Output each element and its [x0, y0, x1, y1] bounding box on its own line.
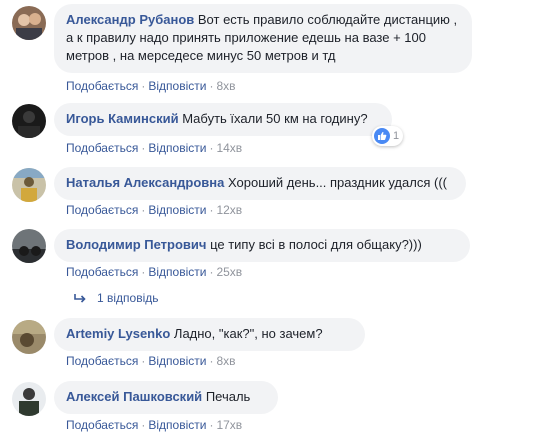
- separator: ·: [141, 265, 146, 279]
- comment-author[interactable]: Наталья Александровна: [66, 175, 224, 190]
- comment-text: Мабуть їхали 50 км на годину?: [182, 111, 368, 126]
- comment-text: Хороший день... праздник удался (((: [228, 175, 447, 190]
- avatar[interactable]: [12, 229, 46, 263]
- replies-label: 1 відповідь: [97, 291, 159, 305]
- timestamp[interactable]: 8хв: [216, 79, 235, 93]
- comment-author[interactable]: Володимир Петрович: [66, 237, 206, 252]
- comment-author[interactable]: Artemiy Lysenko: [66, 326, 170, 341]
- separator: ·: [141, 418, 146, 432]
- comment-text: це типу всі в полосі для общаку?))): [210, 237, 422, 252]
- reaction-badge[interactable]: 1: [372, 126, 404, 146]
- comment-bubble: Александр Рубанов Вот есть правило соблю…: [54, 4, 472, 73]
- comment-actions: Подобається · Відповісти · 12хв: [66, 202, 242, 218]
- separator: ·: [141, 79, 146, 93]
- separator: ·: [209, 203, 214, 217]
- reply-link[interactable]: Відповісти: [148, 354, 206, 368]
- separator: ·: [209, 141, 214, 155]
- view-replies-link[interactable]: 1 відповідь: [74, 291, 159, 305]
- separator: ·: [141, 354, 146, 368]
- separator: ·: [141, 141, 146, 155]
- separator: ·: [209, 418, 214, 432]
- avatar[interactable]: [12, 320, 46, 354]
- comment-actions: Подобається · Відповісти · 14хв: [66, 140, 242, 156]
- comment-actions: Подобається · Відповісти · 8хв: [66, 353, 236, 369]
- avatar[interactable]: [12, 104, 46, 138]
- comment-text: Вот есть правило соблюдайте дистанцию ,: [197, 12, 458, 27]
- comment-bubble: Artemiy Lysenko Ладно, "как?", но зачем?: [54, 318, 365, 351]
- timestamp[interactable]: 25хв: [216, 265, 242, 279]
- separator: ·: [209, 354, 214, 368]
- avatar[interactable]: [12, 382, 46, 416]
- comment-text: а к правилу надо принять приложение едеш…: [66, 30, 426, 45]
- like-icon: [374, 128, 390, 144]
- like-link[interactable]: Подобається: [66, 354, 138, 368]
- reply-link[interactable]: Відповісти: [148, 141, 206, 155]
- timestamp[interactable]: 14хв: [216, 141, 242, 155]
- reply-link[interactable]: Відповісти: [148, 203, 206, 217]
- timestamp[interactable]: 12хв: [216, 203, 242, 217]
- comment-text: метров , на мерседесе минус 50 метров и …: [66, 48, 336, 63]
- reply-link[interactable]: Відповісти: [148, 79, 206, 93]
- avatar[interactable]: [12, 168, 46, 202]
- separator: ·: [209, 265, 214, 279]
- comment-text: Ладно, "как?", но зачем?: [173, 326, 323, 341]
- comment-actions: Подобається · Відповісти · 25хв: [66, 264, 242, 280]
- like-link[interactable]: Подобається: [66, 203, 138, 217]
- timestamp[interactable]: 17хв: [216, 418, 242, 432]
- like-link[interactable]: Подобається: [66, 79, 138, 93]
- reply-link[interactable]: Відповісти: [148, 418, 206, 432]
- like-link[interactable]: Подобається: [66, 418, 138, 432]
- comment-actions: Подобається · Відповісти · 8хв: [66, 78, 236, 94]
- comment-bubble: Наталья Александровна Хороший день... пр…: [54, 167, 466, 200]
- comment-actions: Подобається · Відповісти · 17хв: [66, 417, 242, 433]
- separator: ·: [141, 203, 146, 217]
- comment-bubble: Алексей Пашковский Печаль: [54, 381, 278, 414]
- like-link[interactable]: Подобається: [66, 265, 138, 279]
- reply-arrow-icon: [74, 293, 86, 303]
- comment-bubble: Игорь Каминский Мабуть їхали 50 км на го…: [54, 103, 392, 136]
- separator: ·: [209, 79, 214, 93]
- comment-text: Печаль: [205, 389, 251, 404]
- comment-bubble: Володимир Петрович це типу всі в полосі …: [54, 229, 470, 262]
- timestamp[interactable]: 8хв: [216, 354, 235, 368]
- reaction-count: 1: [393, 130, 400, 142]
- comment-author[interactable]: Александр Рубанов: [66, 12, 194, 27]
- like-link[interactable]: Подобається: [66, 141, 138, 155]
- reply-link[interactable]: Відповісти: [148, 265, 206, 279]
- comment-author[interactable]: Алексей Пашковский: [66, 389, 202, 404]
- avatar[interactable]: [12, 6, 46, 40]
- comment-author[interactable]: Игорь Каминский: [66, 111, 179, 126]
